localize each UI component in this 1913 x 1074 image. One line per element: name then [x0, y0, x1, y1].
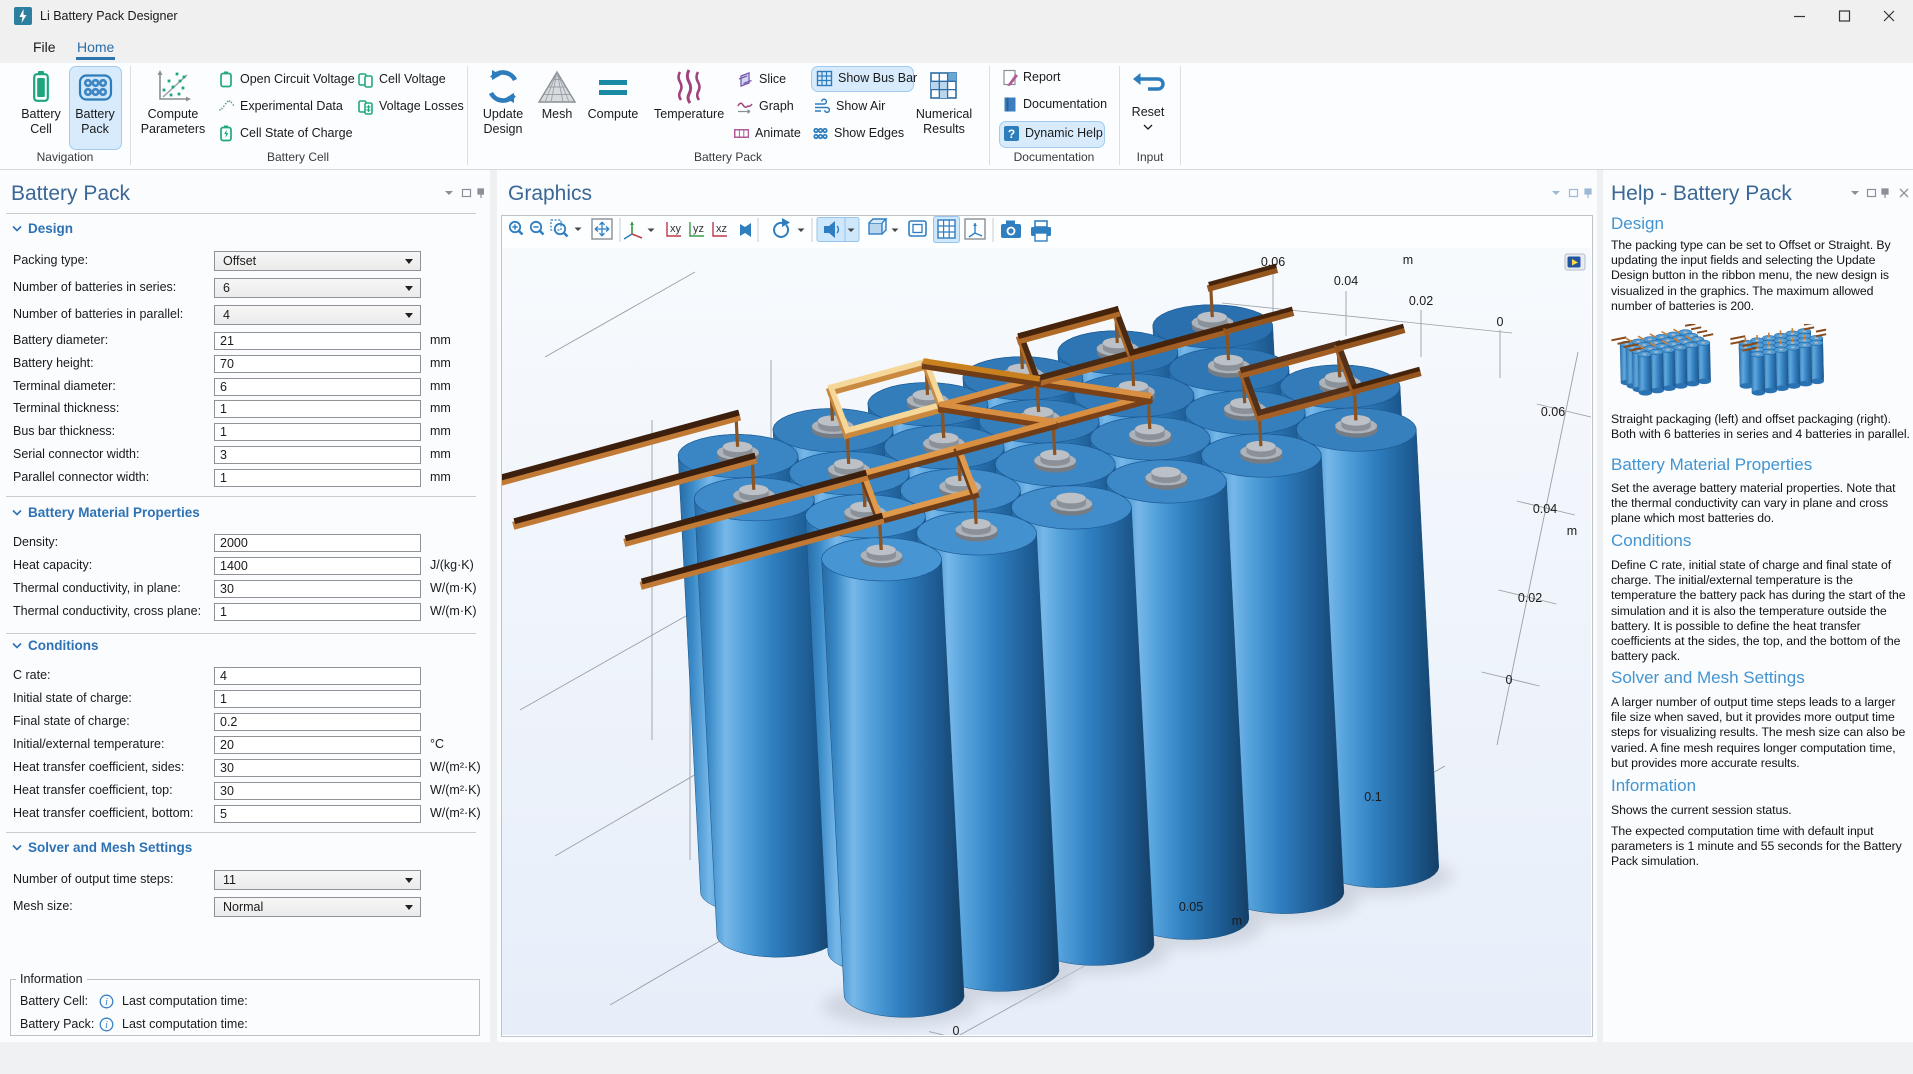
svg-text:0.06: 0.06 [1541, 405, 1565, 419]
svg-text:?: ? [1008, 127, 1015, 141]
svg-text:0.04: 0.04 [1533, 502, 1557, 516]
svg-text:i: i [105, 1020, 108, 1031]
svg-text:0.04: 0.04 [1334, 274, 1358, 288]
svg-text:m: m [1232, 914, 1242, 928]
svg-text:xz: xz [716, 223, 727, 235]
svg-text:m: m [1403, 253, 1413, 267]
svg-text:i: i [105, 997, 108, 1008]
svg-text:0.02: 0.02 [1518, 591, 1542, 605]
svg-text:yz: yz [693, 223, 704, 235]
svg-text:0.06: 0.06 [1261, 255, 1285, 269]
svg-text:0: 0 [1497, 315, 1504, 329]
svg-text:0.02: 0.02 [1409, 294, 1433, 308]
svg-text:0.1: 0.1 [1364, 790, 1381, 804]
svg-text:xy: xy [670, 223, 682, 235]
svg-text:m: m [1567, 524, 1577, 538]
svg-text:0.05: 0.05 [1179, 900, 1203, 914]
svg-text:0: 0 [953, 1024, 960, 1035]
svg-text:0: 0 [1506, 673, 1513, 687]
